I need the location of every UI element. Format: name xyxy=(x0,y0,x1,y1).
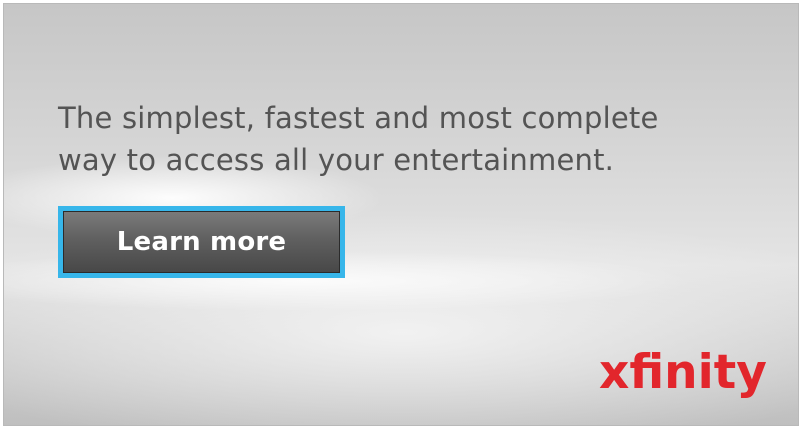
learn-more-label: Learn more xyxy=(116,227,287,257)
learn-more-button[interactable]: Learn more xyxy=(58,206,345,278)
xfinity-banner-ad[interactable]: The simplest, fastest and most complete … xyxy=(3,3,799,426)
xfinity-logo-text: xfinity xyxy=(599,346,767,400)
headline-line-2: way to access all your entertainment. xyxy=(58,143,615,177)
xfinity-logo: xfinity xyxy=(599,346,767,400)
headline-line-1: The simplest, fastest and most complete xyxy=(58,101,659,135)
ad-headline: The simplest, fastest and most complete … xyxy=(58,97,659,181)
